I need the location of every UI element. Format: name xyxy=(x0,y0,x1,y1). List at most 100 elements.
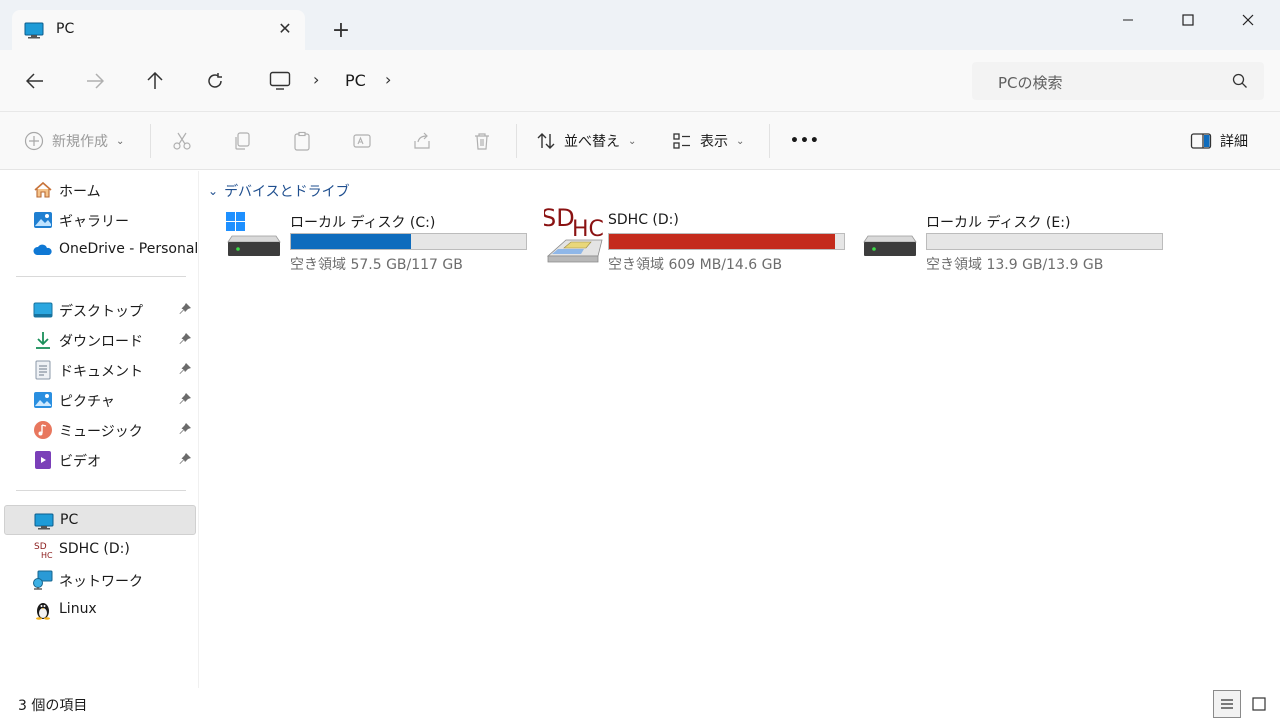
refresh-button[interactable] xyxy=(199,65,231,97)
windows-drive-icon xyxy=(226,212,281,256)
sdhc-card-icon: SD HC xyxy=(544,204,604,263)
tiles-view-icon xyxy=(1252,697,1266,711)
sidebar-item-pc[interactable]: PC xyxy=(4,505,196,535)
tiles-view-button[interactable] xyxy=(1245,690,1273,718)
sidebar-item-pictures[interactable]: ピクチャ xyxy=(4,386,196,414)
refresh-icon xyxy=(208,73,222,88)
trash-icon xyxy=(475,133,489,150)
chevron-right-icon[interactable]: › xyxy=(385,70,391,89)
local-drive-icon xyxy=(863,235,917,256)
cut-button[interactable] xyxy=(172,126,192,156)
more-options-button[interactable]: ••• xyxy=(790,126,820,156)
music-icon xyxy=(34,421,52,439)
tab-title: PC xyxy=(56,21,75,37)
address-bar: › PC › PCの検索 xyxy=(0,50,1280,112)
item-count: 3 個の項目 xyxy=(18,698,88,714)
title-bar: PC ✕ + xyxy=(0,0,1280,50)
up-button[interactable] xyxy=(139,65,171,97)
sidebar-item-music[interactable]: ミュージック xyxy=(4,416,196,444)
sort-button-label: 並べ替え xyxy=(564,134,620,150)
divider xyxy=(516,124,517,158)
sidebar-item-label: OneDrive - Personal xyxy=(59,241,199,257)
search-placeholder: PCの検索 xyxy=(998,74,1063,92)
pin-icon[interactable] xyxy=(178,452,192,466)
copy-icon xyxy=(235,132,250,150)
sidebar-item-label: ピクチャ xyxy=(59,394,115,410)
pin-icon[interactable] xyxy=(178,422,192,436)
details-view-button[interactable] xyxy=(1213,690,1241,718)
delete-button[interactable] xyxy=(472,126,492,156)
sidebar-item-label: ギャラリー xyxy=(59,214,129,230)
pin-icon[interactable] xyxy=(178,392,192,406)
sidebar-item-label: デスクトップ xyxy=(59,304,143,320)
pc-icon xyxy=(269,71,291,90)
arrow-right-icon xyxy=(87,73,104,89)
list-view-icon xyxy=(1221,699,1233,709)
rename-icon xyxy=(353,134,371,148)
home-icon xyxy=(34,181,52,198)
breadcrumb-item-pc[interactable]: PC xyxy=(345,71,366,90)
chevron-down-icon: ⌄ xyxy=(208,184,219,198)
minimize-button[interactable] xyxy=(1098,0,1158,40)
new-button[interactable]: 新規作成 ⌄ xyxy=(24,126,124,156)
clipboard-icon xyxy=(294,131,310,151)
back-button[interactable] xyxy=(19,65,51,97)
video-icon xyxy=(35,451,51,469)
sidebar-item-sdhc[interactable]: SD HC SDHC (D:) xyxy=(4,536,196,564)
pin-icon[interactable] xyxy=(178,332,192,346)
svg-text:HC: HC xyxy=(41,551,53,560)
drive-usage-fill xyxy=(609,234,835,249)
close-window-button[interactable] xyxy=(1218,0,1278,40)
sidebar-divider xyxy=(16,276,186,277)
sidebar-item-desktop[interactable]: デスクトップ xyxy=(4,296,196,324)
drive-tile-e[interactable]: ローカル ディスク (E:) 空き領域 13.9 GB/13.9 GB xyxy=(862,208,1163,278)
arrow-up-icon xyxy=(147,72,163,89)
breadcrumb[interactable]: › PC › xyxy=(257,62,962,100)
rename-button[interactable] xyxy=(352,126,372,156)
sort-button[interactable]: 並べ替え ⌄ xyxy=(536,126,636,156)
pane-splitter[interactable] xyxy=(198,171,199,688)
pin-icon[interactable] xyxy=(178,362,192,376)
maximize-button[interactable] xyxy=(1158,0,1218,40)
paste-button[interactable] xyxy=(292,126,312,156)
sidebar-item-onedrive[interactable]: OneDrive - Personal xyxy=(4,236,199,264)
drive-tile-c[interactable]: ローカル ディスク (C:) 空き領域 57.5 GB/117 GB xyxy=(226,208,527,278)
navigation-pane: ホーム ギャラリー OneDrive - Personal デスクトップ ダウン… xyxy=(0,171,198,688)
sidebar-item-home[interactable]: ホーム xyxy=(4,176,196,204)
desktop-icon xyxy=(33,302,53,318)
drive-name: SDHC (D:) xyxy=(608,212,679,228)
sidebar-item-documents[interactable]: ドキュメント xyxy=(4,356,196,384)
drive-tile-d[interactable]: SD HC SDHC (D:) 空き領域 609 MB/14.6 GB xyxy=(544,204,845,278)
sidebar-item-videos[interactable]: ビデオ xyxy=(4,446,196,474)
search-input[interactable]: PCの検索 xyxy=(972,62,1264,100)
pictures-icon xyxy=(34,392,52,408)
tab-close-button[interactable]: ✕ xyxy=(274,18,296,40)
tab-pc[interactable]: PC ✕ xyxy=(12,10,305,50)
drive-free-space: 空き領域 609 MB/14.6 GB xyxy=(608,257,783,273)
status-bar: 3 個の項目 xyxy=(0,688,1280,720)
maximize-icon xyxy=(1182,14,1194,26)
drive-name: ローカル ディスク (C:) xyxy=(290,215,436,231)
new-tab-button[interactable]: + xyxy=(328,18,354,44)
forward-button[interactable] xyxy=(79,65,111,97)
copy-button[interactable] xyxy=(232,126,252,156)
details-pane-icon xyxy=(1190,133,1212,149)
group-header-devices[interactable]: ⌄ デバイスとドライブ xyxy=(208,181,350,201)
onedrive-icon xyxy=(33,244,52,255)
search-icon xyxy=(1232,73,1247,88)
sdhc-icon: SDHC xyxy=(34,542,53,560)
chevron-right-icon[interactable]: › xyxy=(313,70,319,89)
sidebar-item-downloads[interactable]: ダウンロード xyxy=(4,326,196,354)
sidebar-item-gallery[interactable]: ギャラリー xyxy=(4,206,196,234)
sidebar-item-linux[interactable]: Linux xyxy=(4,596,196,624)
view-button[interactable]: 表示 ⌄ xyxy=(672,126,744,156)
minimize-icon xyxy=(1123,19,1133,21)
divider xyxy=(150,124,151,158)
share-button[interactable] xyxy=(412,126,432,156)
details-pane-button[interactable]: 詳細 xyxy=(1190,126,1248,156)
pin-icon[interactable] xyxy=(178,302,192,316)
sidebar-divider xyxy=(16,490,186,491)
sidebar-item-network[interactable]: ネットワーク xyxy=(4,566,196,594)
sidebar-item-label: ミュージック xyxy=(59,424,143,440)
drive-usage-fill xyxy=(291,234,411,249)
